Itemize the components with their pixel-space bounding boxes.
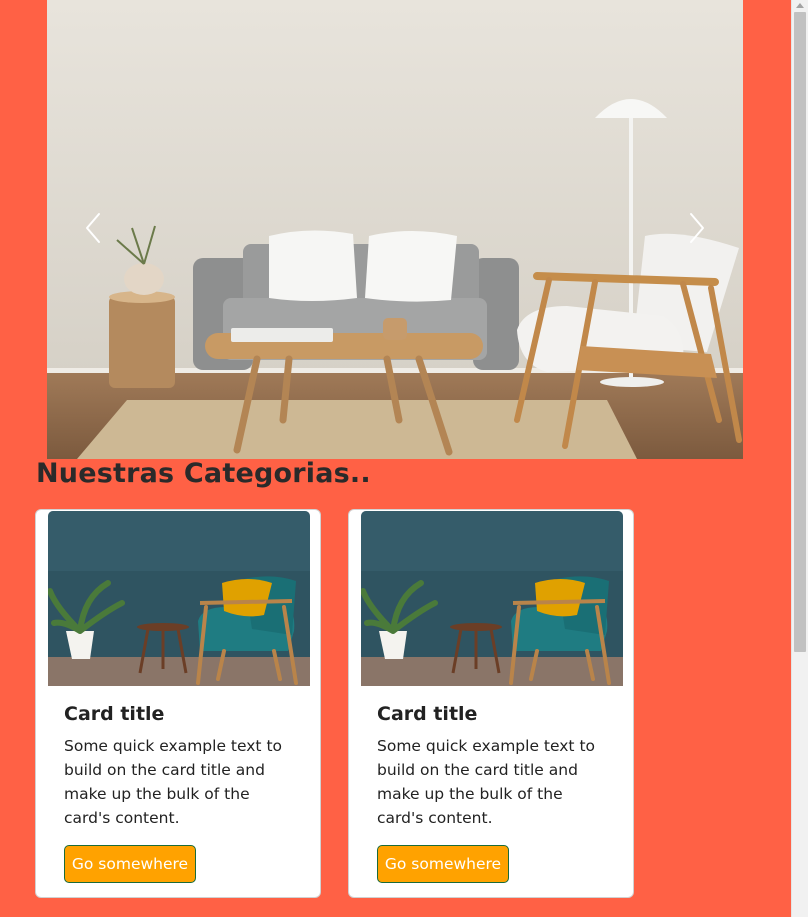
armchair-photo — [48, 511, 310, 686]
vertical-scrollbar[interactable] — [791, 0, 808, 917]
card-image — [361, 511, 623, 686]
card-title: Card title — [377, 703, 478, 725]
card-text: Some quick example text to build on the … — [64, 737, 282, 827]
category-card: Card title Some quick example text to bu… — [35, 509, 321, 898]
carousel-next-button[interactable] — [679, 205, 715, 251]
category-card: Card title Some quick example text to bu… — [348, 509, 634, 898]
chevron-left-icon — [86, 213, 100, 243]
card-text: Some quick example text to build on the … — [377, 737, 595, 827]
hero-carousel — [47, 0, 743, 459]
card-title: Card title — [64, 703, 165, 725]
living-room-photo — [47, 0, 743, 459]
carousel-prev-button[interactable] — [75, 205, 111, 251]
section-title: Nuestras Categorias.. — [36, 458, 371, 489]
chevron-right-icon — [690, 213, 704, 243]
go-somewhere-button[interactable]: Go somewhere — [64, 845, 196, 883]
go-somewhere-button[interactable]: Go somewhere — [377, 845, 509, 883]
card-image — [48, 511, 310, 686]
armchair-photo — [361, 511, 623, 686]
scroll-up-arrow-icon[interactable] — [796, 3, 804, 8]
scroll-thumb[interactable] — [794, 12, 806, 652]
